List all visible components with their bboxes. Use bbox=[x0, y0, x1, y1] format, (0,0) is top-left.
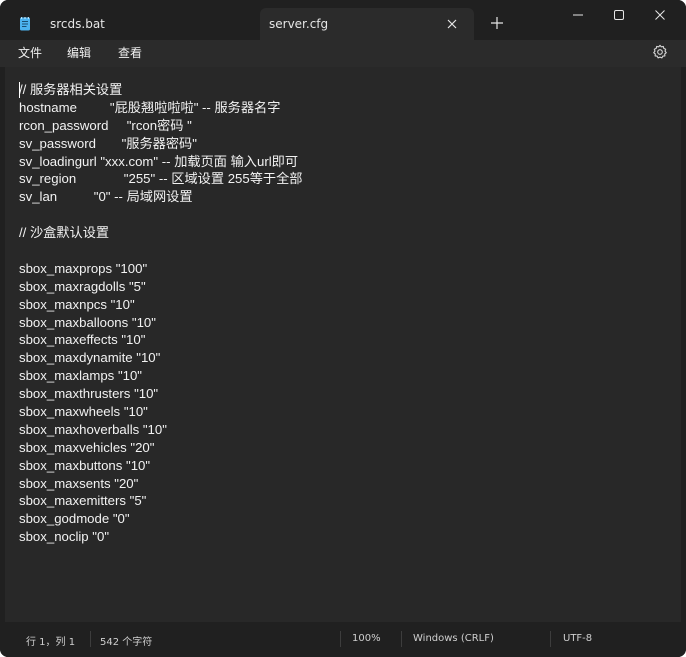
editor-line: sbox_maxwheels "10" bbox=[19, 404, 148, 420]
tab-label: server.cfg bbox=[269, 17, 329, 31]
close-icon bbox=[655, 10, 665, 20]
editor-line: // 服务器相关设置 bbox=[19, 82, 123, 97]
line-ending[interactable]: Windows (CRLF) bbox=[413, 633, 494, 644]
editor-line: sv_loadingurl "xxx.com" -- 加载页面 输入url即可 bbox=[19, 153, 299, 169]
editor-line: sbox_maxthrusters "10" bbox=[19, 386, 159, 402]
menu-view[interactable]: 查看 bbox=[118, 44, 142, 61]
editor-line: sv_lan "0" -- 局域网设置 bbox=[19, 189, 193, 205]
editor-line: sbox_godmode "0" bbox=[19, 511, 130, 527]
editor-line: sbox_maxragdolls "5" bbox=[19, 278, 146, 294]
zoom-level[interactable]: 100% bbox=[352, 633, 381, 644]
editor-line: sbox_maxemitters "5" bbox=[19, 493, 147, 509]
editor-line: sbox_maxdynamite "10" bbox=[19, 350, 161, 366]
editor-line: sbox_maxprops "100" bbox=[19, 260, 148, 276]
editor-lines: // 服务器相关设置 hostname "屁股翘啦啦啦" -- 服务器名字 rcon… bbox=[19, 81, 681, 546]
editor-line: hostname "屁股翘啦啦啦" -- 服务器名字 bbox=[19, 99, 281, 115]
editor-line: sbox_maxballoons "10" bbox=[19, 314, 156, 330]
editor-line: sbox_maxvehicles "20" bbox=[19, 439, 155, 455]
character-count: 542 个字符 bbox=[100, 637, 153, 648]
close-icon[interactable] bbox=[444, 16, 460, 32]
editor-line: sbox_maxbuttons "10" bbox=[19, 457, 151, 473]
tab-srcds-bat[interactable]: srcds.bat bbox=[8, 8, 260, 40]
minimize-icon bbox=[573, 14, 583, 16]
tab-label: srcds.bat bbox=[50, 17, 105, 31]
text-caret bbox=[19, 82, 20, 98]
maximize-button[interactable] bbox=[597, 0, 641, 30]
editor-line: sbox_maxeffects "10" bbox=[19, 332, 146, 348]
editor-line: sv_region "255" -- 区域设置 255等于全部 bbox=[19, 171, 303, 187]
editor-line: // 沙盒默认设置 bbox=[19, 225, 110, 241]
notepad-window: srcds.bat server.cfg 文件 编辑 查看 // 服务器相关设置… bbox=[0, 0, 686, 657]
text-editor[interactable]: // 服务器相关设置 hostname "屁股翘啦啦啦" -- 服务器名字 rcon… bbox=[5, 67, 681, 622]
notepad-file-icon bbox=[20, 17, 30, 31]
status-divider bbox=[401, 631, 402, 647]
cursor-position[interactable]: 行 1，列 1 bbox=[26, 633, 75, 648]
menu-file[interactable]: 文件 bbox=[18, 44, 42, 61]
encoding[interactable]: UTF-8 bbox=[563, 633, 592, 644]
editor-line: sbox_maxlamps "10" bbox=[19, 368, 142, 384]
menu-bar: 文件 编辑 查看 bbox=[0, 40, 686, 67]
editor-line: rcon_password "rcon密码 " bbox=[19, 117, 192, 133]
editor-line: sbox_maxnpcs "10" bbox=[19, 296, 135, 312]
editor-line: sbox_maxsents "20" bbox=[19, 475, 139, 491]
status-divider bbox=[550, 631, 551, 647]
plus-icon[interactable] bbox=[487, 13, 507, 33]
editor-line: sbox_maxhoverballs "10" bbox=[19, 421, 167, 437]
menu-edit[interactable]: 编辑 bbox=[67, 44, 91, 61]
tab-server-cfg[interactable]: server.cfg bbox=[260, 8, 474, 40]
status-bar: 行 1，列 1 542 个字符 100% Windows (CRLF) UTF-… bbox=[0, 622, 686, 657]
editor-line: sbox_noclip "0" bbox=[19, 529, 110, 545]
maximize-icon bbox=[614, 10, 624, 20]
gear-icon[interactable] bbox=[652, 44, 668, 60]
close-button[interactable] bbox=[638, 0, 682, 30]
minimize-button[interactable] bbox=[556, 0, 600, 30]
title-bar[interactable]: srcds.bat server.cfg bbox=[0, 0, 686, 40]
status-divider bbox=[340, 631, 341, 647]
editor-line: sv_password "服务器密码" bbox=[19, 135, 197, 151]
status-divider bbox=[90, 631, 91, 647]
